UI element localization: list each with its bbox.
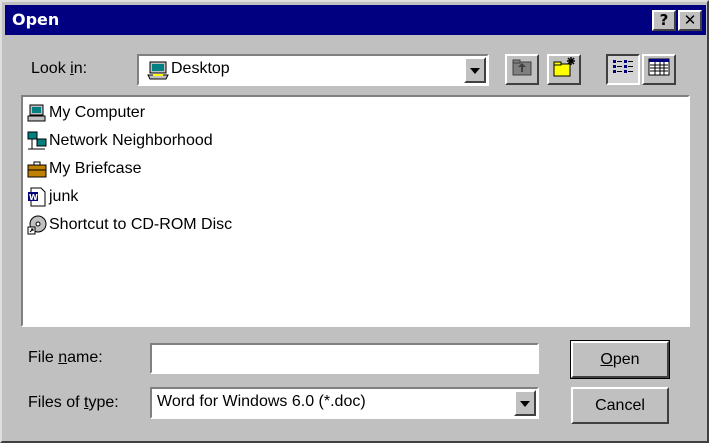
help-icon: ?	[659, 11, 669, 29]
look-in-value: Desktop	[171, 60, 230, 77]
cancel-button[interactable]: Cancel	[571, 387, 669, 424]
folder-up-icon	[511, 57, 533, 82]
list-item-junk[interactable]: W junk	[27, 183, 78, 211]
up-one-level-button[interactable]	[505, 54, 539, 85]
window-title: Open	[12, 10, 60, 29]
list-item-label: Shortcut to CD-ROM Disc	[49, 216, 233, 233]
svg-text:W: W	[29, 193, 38, 202]
chevron-down-icon	[470, 61, 480, 79]
new-folder-icon	[552, 56, 576, 83]
details-view-button[interactable]	[642, 54, 676, 85]
file-name-input[interactable]	[150, 343, 539, 374]
chevron-down-icon	[520, 394, 530, 412]
title-bar[interactable]: Open ? ✕	[5, 5, 706, 35]
close-button[interactable]: ✕	[678, 10, 702, 31]
look-in-combo[interactable]: Desktop	[137, 54, 489, 86]
file-type-value: Word for Windows 6.0 (*.doc)	[157, 393, 366, 410]
details-view-icon	[648, 58, 670, 81]
file-name-label: File name:	[28, 349, 103, 366]
open-button[interactable]: Open	[570, 340, 670, 379]
create-new-folder-button[interactable]	[547, 54, 581, 85]
look-in-dropdown-button[interactable]	[464, 57, 486, 83]
list-view-icon	[612, 58, 634, 81]
list-item-label: junk	[49, 188, 79, 205]
list-item-network-neighborhood[interactable]: Network Neighborhood	[27, 127, 213, 155]
list-item-label: My Briefcase	[49, 160, 142, 177]
list-item-cdrom-shortcut[interactable]: Shortcut to CD-ROM Disc	[27, 211, 232, 239]
look-in-label: Look in:	[31, 60, 88, 77]
word-document-icon: W	[27, 187, 47, 207]
list-item-my-computer[interactable]: My Computer	[27, 99, 145, 127]
file-list[interactable]: My Computer Network Neighborhood My Brie…	[21, 95, 690, 327]
briefcase-icon	[27, 159, 47, 179]
list-item-label: Network Neighborhood	[49, 132, 213, 149]
file-type-label: Files of type:	[28, 394, 119, 411]
file-type-dropdown-button[interactable]	[514, 390, 536, 416]
list-item-my-briefcase[interactable]: My Briefcase	[27, 155, 141, 183]
list-view-button[interactable]	[606, 54, 640, 85]
computer-icon	[27, 103, 47, 123]
open-dialog: Open ? ✕ Look in: Desktop My Computer Ne…	[0, 0, 709, 443]
network-icon	[27, 131, 47, 151]
file-type-combo[interactable]: Word for Windows 6.0 (*.doc)	[150, 387, 539, 419]
list-item-label: My Computer	[49, 104, 146, 121]
cdrom-shortcut-icon	[27, 215, 47, 235]
help-button[interactable]: ?	[652, 10, 676, 31]
desktop-icon	[147, 60, 169, 80]
close-icon: ✕	[683, 11, 697, 29]
